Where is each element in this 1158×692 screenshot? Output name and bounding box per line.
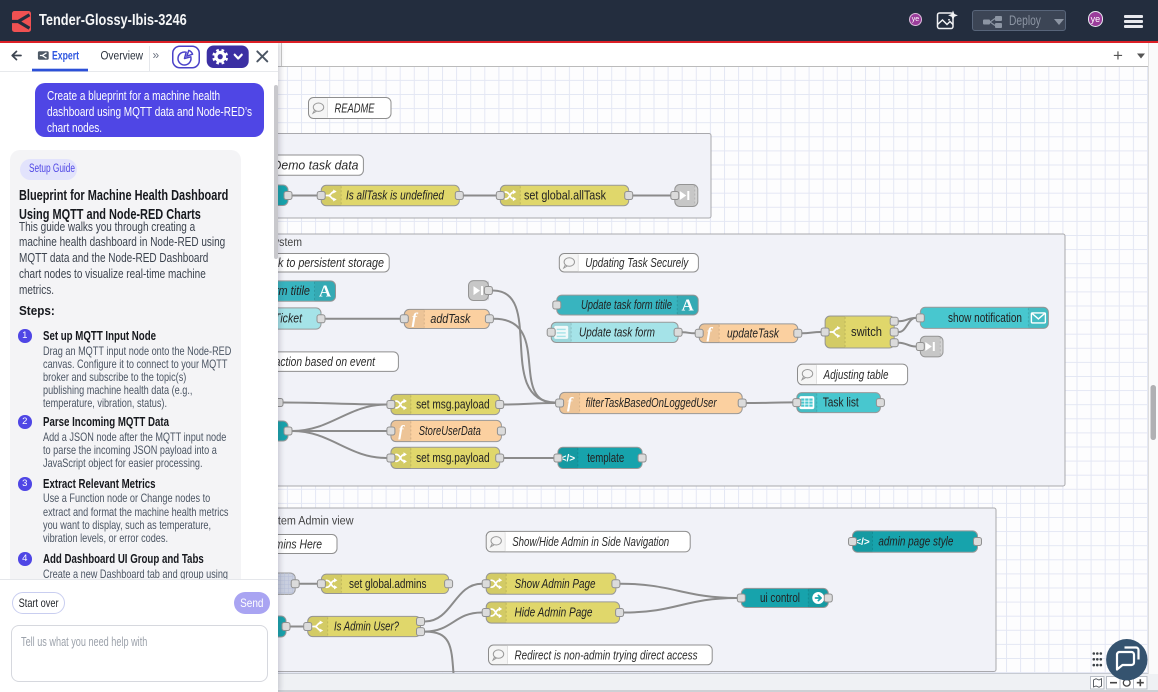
- svg-text:+: +: [1113, 46, 1123, 65]
- svg-text:</>: </>: [561, 453, 576, 464]
- svg-text:Is Admin User?: Is Admin User?: [334, 620, 399, 634]
- svg-text:Update task form titile: Update task form titile: [581, 298, 672, 312]
- svg-text:StoreUserData: StoreUserData: [419, 424, 481, 438]
- svg-text:Redirect is non-admin trying d: Redirect is non-admin trying direct acce…: [515, 648, 698, 662]
- svg-text:ui control: ui control: [760, 591, 800, 605]
- svg-text:README: README: [335, 102, 375, 116]
- svg-text:show notification: show notification: [948, 311, 1022, 325]
- svg-text:Show Admin Page: Show Admin Page: [515, 577, 596, 591]
- svg-text:»: »: [153, 48, 160, 62]
- svg-text:Updating Task Securely: Updating Task Securely: [585, 256, 689, 270]
- svg-text:addTask: addTask: [430, 312, 471, 326]
- svg-text:set global.allTask: set global.allTask: [524, 189, 607, 203]
- svg-text:Expert: Expert: [52, 51, 79, 63]
- svg-text:Task list: Task list: [823, 396, 859, 410]
- svg-text:A: A: [319, 282, 332, 301]
- svg-text:updateTask: updateTask: [727, 326, 780, 340]
- svg-text:A: A: [682, 296, 695, 315]
- svg-text:switch: switch: [851, 325, 882, 339]
- svg-text:Update task form: Update task form: [579, 326, 655, 340]
- svg-text:Overview: Overview: [101, 51, 144, 63]
- svg-text:set msg.payload: set msg.payload: [416, 451, 490, 465]
- svg-text:Adjusting table: Adjusting table: [823, 368, 889, 382]
- svg-text:Is allTask is undefined: Is allTask is undefined: [346, 189, 445, 203]
- svg-text:Demo task data: Demo task data: [273, 159, 359, 173]
- svg-text:admin page style: admin page style: [878, 535, 953, 549]
- svg-text:</>: </>: [855, 537, 870, 548]
- svg-text:filterTaskBasedOnLoggedUser: filterTaskBasedOnLoggedUser: [586, 396, 718, 410]
- svg-text:Hide Admin Page: Hide Admin Page: [515, 606, 593, 620]
- svg-text:Show/Hide Admin in Side Naviga: Show/Hide Admin in Side Navigation: [512, 535, 669, 549]
- svg-text:set msg.payload: set msg.payload: [416, 398, 490, 412]
- svg-text:set global.admins: set global.admins: [349, 577, 427, 591]
- svg-text:template: template: [587, 451, 624, 465]
